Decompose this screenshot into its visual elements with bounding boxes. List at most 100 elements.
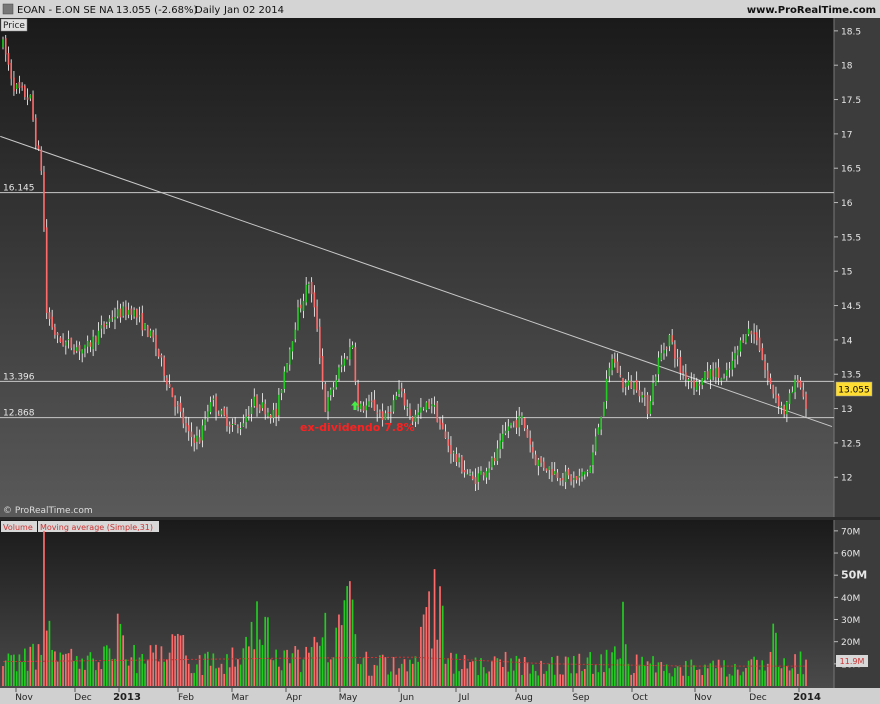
candle-body: [100, 325, 103, 329]
volume-bar: [638, 664, 641, 686]
candle-body: [59, 337, 62, 343]
watermark: © ProRealTime.com: [3, 506, 93, 516]
candle-body: [390, 412, 392, 414]
volume-bar: [64, 653, 67, 686]
volume-bar: [521, 674, 523, 686]
volume-bar: [196, 664, 198, 686]
volume-bar: [365, 651, 368, 686]
candle-body: [562, 477, 564, 481]
volume-bar: [706, 668, 709, 686]
level-label: 16.145: [3, 184, 35, 194]
volume-bar: [682, 675, 684, 686]
candle-body: [54, 326, 56, 335]
volume-bar: [220, 663, 223, 686]
price-tick-label: 13.5: [841, 371, 861, 381]
price-tick-label: 15: [841, 268, 852, 278]
candle-body: [84, 344, 86, 349]
candle-body: [43, 171, 45, 230]
candle-body: [81, 349, 84, 354]
price-tick-label: 17: [841, 130, 852, 140]
volume-label: Volume: [3, 523, 33, 532]
last-price-tag-text: 13.055: [838, 386, 870, 396]
volume-bar: [458, 671, 460, 686]
volume-bar: [354, 634, 357, 686]
volume-bar: [168, 652, 171, 686]
volume-bar: [18, 654, 21, 686]
volume-bar: [436, 639, 439, 686]
candle-body: [685, 372, 687, 380]
volume-bar: [504, 651, 507, 686]
candle-body: [592, 452, 594, 466]
candle-body: [343, 358, 346, 366]
volume-bar: [4, 660, 7, 686]
volume-bar: [466, 668, 469, 686]
volume-bar: [704, 664, 706, 686]
volume-bar: [665, 664, 668, 686]
candle-body: [709, 368, 712, 380]
volume-bar: [335, 627, 338, 686]
volume-bar: [695, 669, 698, 686]
candle-body: [534, 454, 537, 465]
volume-bar: [392, 657, 395, 686]
candle-body: [542, 461, 545, 468]
candle-body: [575, 475, 578, 481]
price-tick-label: 13: [841, 405, 852, 415]
volume-bar: [559, 674, 562, 686]
volume-bar: [280, 670, 283, 686]
candle-body: [29, 94, 32, 99]
volume-bar: [540, 660, 542, 686]
volume-bar: [430, 648, 433, 686]
candle-body: [351, 345, 354, 348]
volume-bar: [2, 666, 4, 686]
candle-body: [15, 84, 18, 89]
volume-bar: [542, 673, 545, 686]
volume-tick-label: 50M: [841, 569, 867, 582]
volume-bar: [715, 668, 717, 686]
volume-bar: [649, 663, 652, 686]
volume-bar: [761, 660, 764, 686]
candle-body: [428, 401, 430, 408]
volume-bar: [261, 644, 264, 686]
candle-body: [461, 456, 463, 472]
volume-bar: [146, 659, 149, 686]
volume-bar: [474, 657, 477, 686]
volume-bar: [95, 670, 97, 686]
volume-bar: [447, 658, 450, 686]
candle-body: [422, 407, 425, 409]
candle-body: [327, 397, 329, 412]
volume-tick-label: 40M: [841, 594, 860, 604]
volume-bar: [411, 663, 414, 686]
candle-body: [89, 342, 92, 347]
volume-bar: [477, 675, 480, 686]
candle-body: [734, 353, 736, 360]
candle-body: [556, 472, 559, 478]
candle-body: [305, 284, 307, 303]
candle-body: [258, 405, 261, 411]
volume-bar: [92, 658, 94, 686]
candle-body: [392, 400, 395, 412]
volume-bar: [242, 648, 245, 686]
volume-bar: [157, 661, 160, 686]
candle-body: [37, 145, 40, 150]
candle-body: [660, 353, 663, 360]
candle-body: [671, 335, 673, 343]
candle-body: [638, 389, 641, 397]
volume-bar: [368, 675, 370, 686]
candle-body: [223, 408, 226, 416]
volume-bar: [45, 630, 48, 686]
candle-body: [504, 430, 507, 434]
volume-bar: [294, 646, 297, 686]
ex-dividend-annotation: ex-dividendo 7.8%: [300, 421, 415, 434]
candle-body: [359, 403, 362, 410]
price-tick-label: 15.5: [841, 233, 861, 243]
candle-body: [668, 334, 671, 347]
volume-bar: [755, 659, 758, 686]
volume-bar: [73, 660, 75, 686]
x-tick-label: Nov: [15, 693, 33, 703]
candle-body: [125, 306, 127, 316]
volume-bar: [239, 664, 242, 686]
candle-body: [116, 309, 119, 317]
volume-bar: [567, 657, 570, 686]
candle-body: [482, 472, 485, 476]
candle-body: [319, 326, 321, 358]
